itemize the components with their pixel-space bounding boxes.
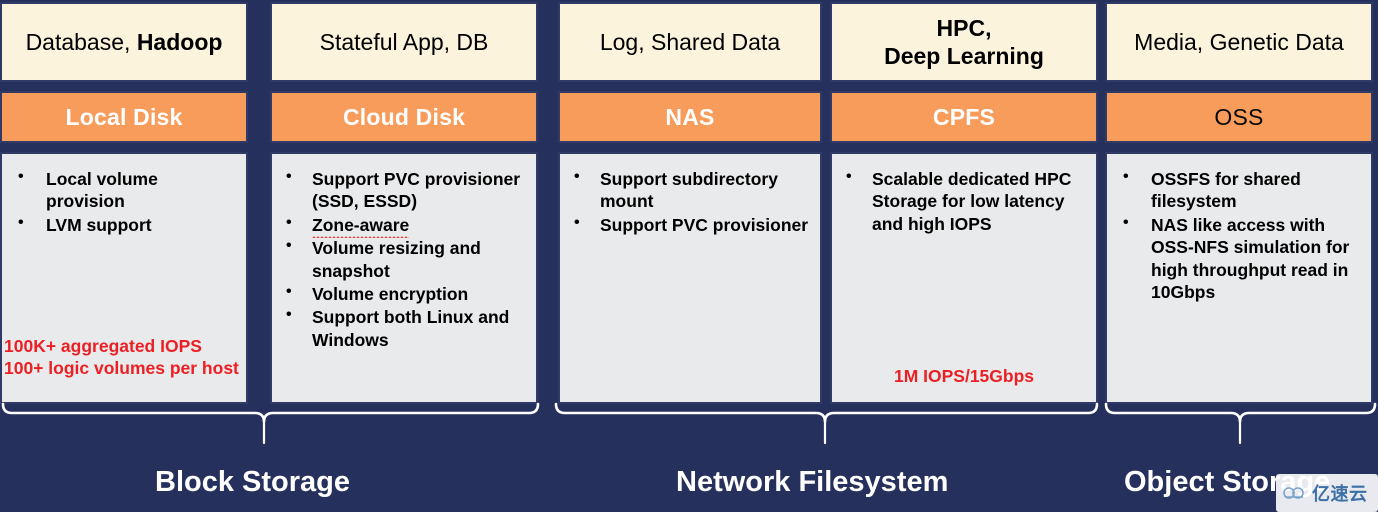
- usecase-card-local-disk: Database, Hadoop: [0, 2, 248, 82]
- list-item: OSSFS for shared filesystem: [1111, 167, 1363, 213]
- storage-column-cpfs: HPC, Deep Learning CPFS Scalable dedicat…: [830, 0, 1098, 404]
- usecase-card-cpfs: HPC, Deep Learning: [830, 2, 1098, 82]
- product-band-nas[interactable]: NAS: [558, 91, 822, 143]
- list-item: NAS like access with OSS-NFS simulation …: [1111, 213, 1363, 304]
- usecase-text-plain-2: Log, Shared Data: [599, 28, 781, 55]
- product-band-cloud-disk[interactable]: Cloud Disk: [270, 91, 538, 143]
- metric-cpfs: 1M IOPS/15Gbps: [836, 365, 1092, 388]
- feature-card-local-disk: Local volume provision LVM support 100K+…: [0, 152, 248, 404]
- product-band-local-disk[interactable]: Local Disk: [0, 91, 248, 143]
- list-item: Scalable dedicated HPC Storage for low l…: [836, 167, 1088, 235]
- product-band-cpfs[interactable]: CPFS: [830, 91, 1098, 143]
- watermark: 亿速云: [1276, 474, 1378, 512]
- category-label-network-filesystem: Network Filesystem: [676, 466, 949, 498]
- storage-columns: Database, Hadoop Local Disk Local volume…: [0, 0, 1378, 404]
- metric-line: 100+ logic volumes per host: [4, 358, 239, 379]
- watermark-text: 亿速云: [1312, 484, 1368, 504]
- usecase-text-plain-4: Media, Genetic Data: [1134, 28, 1344, 55]
- list-item: Volume resizing and snapshot: [276, 236, 528, 282]
- category-label-block-storage: Block Storage: [155, 466, 350, 498]
- usecase-text-line2-3: Deep Learning: [884, 43, 1044, 69]
- cloud-icon: [1283, 487, 1304, 499]
- brace-network-filesystem: [554, 402, 1099, 423]
- storage-overview-slide: Database, Hadoop Local Disk Local volume…: [0, 0, 1378, 512]
- brace-object-storage: [1104, 402, 1377, 423]
- feature-list-oss: OSSFS for shared filesystem NAS like acc…: [1111, 167, 1363, 304]
- category-braces: [1, 402, 1377, 445]
- feature-list-cloud-disk: Support PVC provisioner (SSD, ESSD) Zone…: [276, 167, 528, 351]
- list-item: Local volume provision: [6, 167, 238, 213]
- storage-column-nas: Log, Shared Data NAS Support subdirector…: [558, 0, 822, 404]
- feature-list-local-disk: Local volume provision LVM support: [6, 167, 238, 236]
- brace-block-storage: [1, 402, 540, 423]
- spellcheck-underline: Zone-aware: [312, 214, 410, 239]
- feature-list-nas: Support subdirectory mount Support PVC p…: [564, 167, 812, 236]
- usecase-card-oss: Media, Genetic Data: [1105, 2, 1373, 82]
- usecase-text-bold-0: Hadoop: [136, 28, 223, 55]
- metric-line: 100K+ aggregated IOPS: [4, 335, 202, 356]
- usecase-card-nas: Log, Shared Data: [558, 2, 822, 82]
- column-gap: [1098, 0, 1105, 404]
- feature-list-cpfs: Scalable dedicated HPC Storage for low l…: [836, 167, 1088, 235]
- usecase-card-cloud-disk: Stateful App, DB: [270, 2, 538, 82]
- storage-column-local-disk: Database, Hadoop Local Disk Local volume…: [0, 0, 248, 404]
- list-item: Support both Linux and Windows: [276, 305, 528, 351]
- feature-card-oss: OSSFS for shared filesystem NAS like acc…: [1105, 152, 1373, 404]
- column-gap: [538, 0, 558, 404]
- list-item: Support PVC provisioner (SSD, ESSD): [276, 167, 528, 213]
- column-gap: [822, 0, 830, 404]
- category-labels: Block Storage Network Filesystem Object …: [0, 466, 1378, 512]
- metric-local-disk: 100K+ aggregated IOPS 100+ logic volumes…: [4, 335, 242, 381]
- feature-card-cpfs: Scalable dedicated HPC Storage for low l…: [830, 152, 1098, 404]
- list-item: Support subdirectory mount: [564, 167, 812, 213]
- product-band-oss[interactable]: OSS: [1105, 91, 1373, 143]
- column-gap: [248, 0, 270, 404]
- storage-column-cloud-disk: Stateful App, DB Cloud Disk Support PVC …: [270, 0, 538, 404]
- usecase-text-line1-3: HPC,: [936, 14, 992, 41]
- list-item: Support PVC provisioner: [564, 213, 812, 236]
- list-item: LVM support: [6, 213, 238, 236]
- usecase-text-plain-0: Database,: [25, 28, 137, 55]
- list-item: Zone-aware: [276, 213, 528, 239]
- feature-card-nas: Support subdirectory mount Support PVC p…: [558, 152, 822, 404]
- usecase-text-plain-1: Stateful App, DB: [319, 28, 489, 55]
- feature-card-cloud-disk: Support PVC provisioner (SSD, ESSD) Zone…: [270, 152, 538, 404]
- metric-line: 1M IOPS/15Gbps: [893, 366, 1035, 387]
- storage-column-oss: Media, Genetic Data OSS OSSFS for shared…: [1105, 0, 1373, 404]
- list-item: Volume encryption: [276, 282, 528, 305]
